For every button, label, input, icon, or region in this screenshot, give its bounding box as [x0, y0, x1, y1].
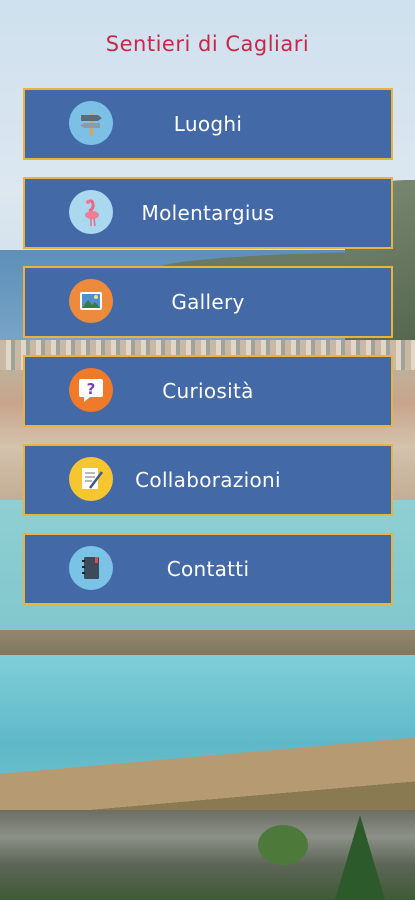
app-title: Sentieri di Cagliari — [105, 32, 310, 56]
menu-label: Luoghi — [173, 112, 243, 136]
menu-button-contatti[interactable]: Contatti — [23, 533, 393, 605]
menu-button-luoghi[interactable]: Luoghi — [23, 88, 393, 160]
menu-button-gallery[interactable]: Gallery — [23, 266, 393, 338]
menu-button-collaborazioni[interactable]: Collaborazioni — [23, 444, 393, 516]
menu-label: Gallery — [171, 290, 245, 314]
menu-button-molentargius[interactable]: Molentargius — [23, 177, 393, 249]
menu-button-curiosita[interactable]: ? Curiosità — [23, 355, 393, 427]
menu-label: Collaborazioni — [135, 468, 281, 492]
main-menu: Luoghi Molentargius Gallery ? Curiosità … — [23, 88, 393, 622]
menu-label: Curiosità — [162, 379, 254, 403]
menu-label: Molentargius — [141, 201, 275, 225]
menu-label: Contatti — [166, 557, 250, 581]
